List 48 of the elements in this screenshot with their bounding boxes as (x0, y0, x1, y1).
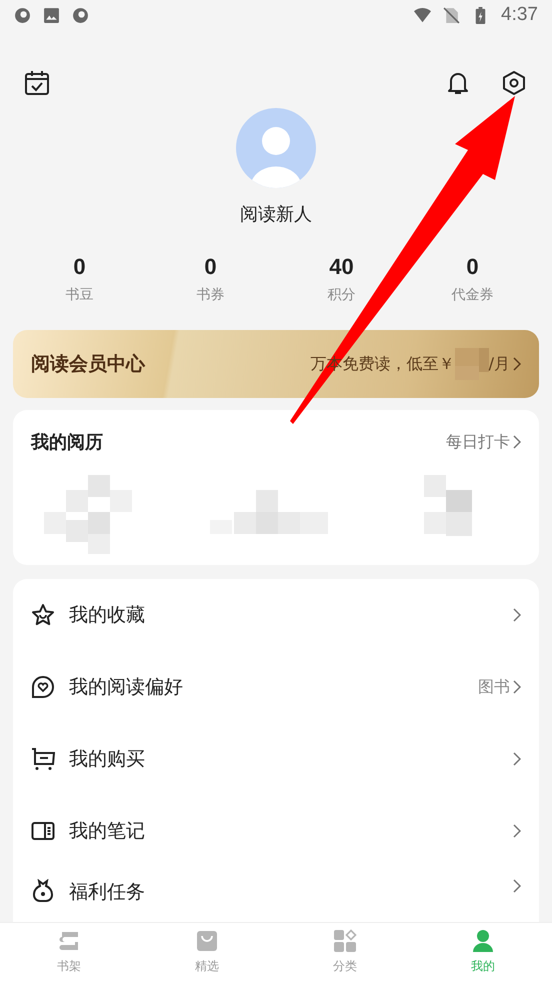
menu-item[interactable]: 我的收藏 (31, 579, 521, 651)
money-bag-icon (31, 879, 55, 903)
vip-title: 阅读会员中心 (31, 352, 145, 377)
menu-item[interactable]: 我的阅读偏好 图书 (31, 651, 521, 723)
notes-icon (31, 819, 55, 843)
image-icon (43, 6, 60, 24)
status-time: 4:37 (501, 4, 538, 26)
stat-value: 40 (329, 254, 354, 280)
menu-label: 我的笔记 (69, 819, 145, 844)
chevron-right-icon (513, 357, 521, 371)
user-name: 阅读新人 (240, 203, 312, 226)
menu-label: 福利任务 (69, 880, 145, 905)
person-icon (471, 929, 495, 953)
menu-item[interactable]: 我的购买 (31, 723, 521, 795)
cart-icon (31, 747, 55, 771)
shopping-bag-icon (195, 929, 219, 953)
stat-value: 0 (73, 254, 86, 280)
stat-value: 0 (466, 254, 479, 280)
chevron-right-icon (513, 752, 521, 766)
vip-offer-unit: /月 (488, 354, 510, 374)
mosaic-drawing (454, 348, 489, 380)
no-sim-icon (443, 6, 460, 24)
stat-value: 0 (204, 254, 217, 280)
star-icon (31, 603, 55, 627)
stat-label: 书豆 (66, 286, 94, 304)
settings-icon[interactable] (501, 70, 527, 96)
calendar-check-icon[interactable] (24, 70, 50, 96)
chevron-right-icon (513, 879, 521, 893)
chevron-right-icon (513, 608, 521, 622)
chevron-right-icon (513, 824, 521, 838)
stat-label: 积分 (328, 286, 356, 304)
heart-bubble-icon (31, 675, 55, 699)
section-title: 我的阅历 (31, 431, 103, 454)
notification-bell-icon[interactable] (445, 70, 471, 96)
menu-label: 我的购买 (69, 747, 145, 772)
menu-item[interactable]: 我的笔记 (31, 795, 521, 867)
menu-label: 我的阅读偏好 (69, 675, 183, 700)
bookshelf-icon (57, 929, 81, 953)
grid-icon (333, 929, 357, 953)
menu-label: 我的收藏 (69, 603, 145, 628)
stat-label: 代金券 (452, 286, 494, 304)
chevron-right-icon (513, 680, 521, 694)
menu-value: 图书 (478, 676, 510, 698)
stat-label: 书券 (196, 286, 224, 304)
chevron-right-icon (513, 435, 521, 449)
menu-item[interactable]: 福利任务 (31, 867, 521, 915)
check-in-link[interactable]: 每日打卡 (446, 432, 510, 452)
wifi-icon (414, 6, 432, 24)
